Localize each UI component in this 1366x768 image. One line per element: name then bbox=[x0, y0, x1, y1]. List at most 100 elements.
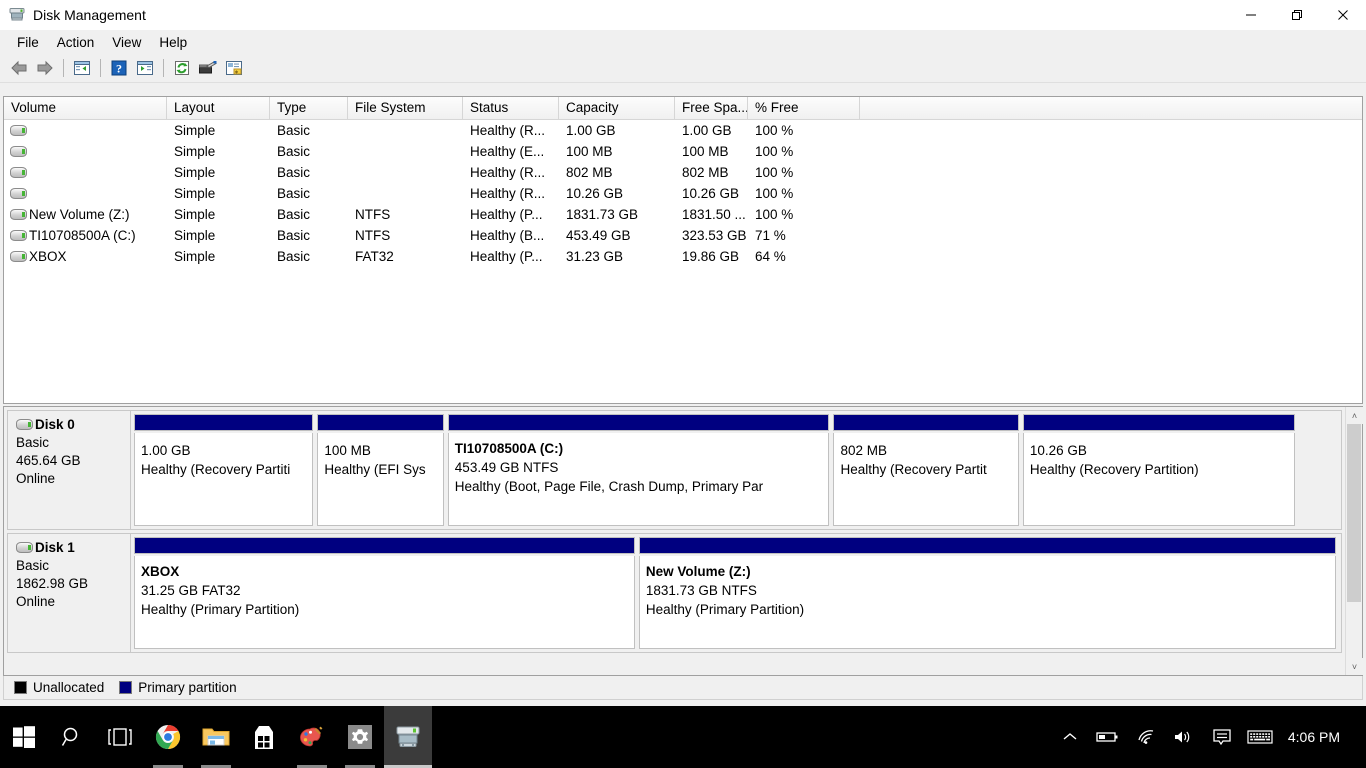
partition-block[interactable]: XBOX 31.25 GB FAT32 Healthy (Primary Parti… bbox=[134, 537, 635, 649]
partition-block[interactable]: New Volume (Z:) 1831.73 GB NTFS Healthy (P… bbox=[638, 537, 1336, 649]
volume-list[interactable]: Volume Layout Type File System Status Ca… bbox=[3, 96, 1363, 404]
partition-name: TI10708500A (C:) bbox=[454, 441, 564, 456]
cell-volume bbox=[4, 188, 167, 199]
cell-type: Basic bbox=[277, 228, 311, 243]
refresh-icon[interactable] bbox=[169, 56, 195, 80]
partition-details: XBOX 31.25 GB FAT32 Healthy (Primary Parti… bbox=[134, 556, 635, 649]
taskbar-clock[interactable]: 4:06 PM bbox=[1280, 706, 1354, 768]
cell-layout: Simple bbox=[174, 186, 216, 201]
table-row[interactable]: XBOX Simple Basic FAT32 Healthy (P... 31.23 G… bbox=[4, 246, 1362, 267]
partition-block[interactable]: 802 MB Healthy (Recovery Partit bbox=[833, 414, 1019, 526]
partition-block[interactable]: 10.26 GB Healthy (Recovery Partition) bbox=[1022, 414, 1295, 526]
menu-item-view[interactable]: View bbox=[103, 32, 150, 53]
disk-title: Disk 0 bbox=[16, 417, 130, 432]
volume-label: TI10708500A (C:) bbox=[29, 228, 136, 243]
battery-icon[interactable] bbox=[1090, 706, 1126, 768]
table-row[interactable]: Simple Basic Healthy (R... 10.26 GB 10.26 GB… bbox=[4, 183, 1362, 204]
properties-icon[interactable] bbox=[221, 56, 247, 80]
show-hidden-icons-icon[interactable] bbox=[1052, 706, 1088, 768]
help-icon[interactable]: ? bbox=[106, 56, 132, 80]
cell-status: Healthy (R... bbox=[470, 186, 546, 201]
back-icon[interactable] bbox=[6, 56, 32, 80]
show-hide-console-tree-icon[interactable] bbox=[69, 56, 95, 80]
show-hide-action-pane-icon[interactable] bbox=[132, 56, 158, 80]
partition-status: Healthy (Primary Partition) bbox=[141, 602, 300, 617]
start-button[interactable] bbox=[0, 706, 48, 768]
paint-icon[interactable] bbox=[288, 706, 336, 768]
file-explorer-icon[interactable] bbox=[192, 706, 240, 768]
cell-capacity: 1831.73 GB bbox=[566, 207, 639, 222]
disk-map-vertical-scrollbar[interactable]: ˄ ˅ bbox=[1345, 407, 1363, 675]
table-row[interactable]: Simple Basic Healthy (R... 1.00 GB 1.00 GB 10… bbox=[4, 120, 1362, 141]
minimize-button[interactable] bbox=[1228, 0, 1274, 30]
table-row[interactable]: New Volume (Z:) Simple Basic NTFS Healthy (P… bbox=[4, 204, 1362, 225]
partition-block[interactable]: 100 MB Healthy (EFI Sys bbox=[317, 414, 444, 526]
chrome-icon[interactable] bbox=[144, 706, 192, 768]
cell-free-space: 1831.50 ... bbox=[682, 207, 746, 222]
column-header-file-system[interactable]: File System bbox=[348, 97, 463, 119]
disk-row: Disk 0 Basic 465.64 GB Online 1.00 GB Healthy… bbox=[7, 410, 1342, 530]
column-header-type[interactable]: Type bbox=[270, 97, 348, 119]
microsoft-store-icon[interactable] bbox=[240, 706, 288, 768]
disk-title: Disk 1 bbox=[16, 540, 130, 555]
windows-logo-icon bbox=[0, 706, 48, 768]
touch-keyboard-icon[interactable] bbox=[1242, 706, 1278, 768]
menu-item-file[interactable]: File bbox=[8, 32, 48, 53]
task-view-icon[interactable] bbox=[96, 706, 144, 768]
close-button[interactable] bbox=[1320, 0, 1366, 30]
column-header-status[interactable]: Status bbox=[463, 97, 559, 119]
disk-info-panel[interactable]: Disk 1 Basic 1862.98 GB Online bbox=[7, 533, 131, 653]
partition-size: 100 MB bbox=[324, 443, 371, 458]
scroll-down-arrow-icon[interactable]: ˅ bbox=[1346, 658, 1363, 675]
scroll-up-arrow-icon[interactable]: ˄ bbox=[1346, 407, 1363, 424]
search-icon[interactable] bbox=[48, 706, 96, 768]
cell-file-system: NTFS bbox=[355, 207, 391, 222]
partition-block[interactable]: 1.00 GB Healthy (Recovery Partiti bbox=[134, 414, 314, 526]
menu-item-action[interactable]: Action bbox=[48, 32, 104, 53]
disk-info-panel[interactable]: Disk 0 Basic 465.64 GB Online bbox=[7, 410, 131, 530]
cell-percent-free: 100 % bbox=[755, 186, 794, 201]
toolbar-separator-2 bbox=[100, 59, 101, 77]
volume-icon bbox=[10, 209, 27, 220]
maximize-button[interactable] bbox=[1274, 0, 1320, 30]
cell-type: Basic bbox=[277, 144, 311, 159]
disk-size: 465.64 GB bbox=[16, 453, 81, 468]
cell-free-space: 1.00 GB bbox=[682, 123, 732, 138]
column-header-free-space[interactable]: Free Spa... bbox=[675, 97, 748, 119]
partition-bar bbox=[833, 414, 1019, 431]
column-header-layout[interactable]: Layout bbox=[167, 97, 270, 119]
column-header-percent-free[interactable]: % Free bbox=[748, 97, 860, 119]
column-header-capacity[interactable]: Capacity bbox=[559, 97, 675, 119]
partition-bar bbox=[447, 414, 830, 431]
legend-swatch-primary-partition bbox=[119, 681, 133, 694]
volume-icon[interactable] bbox=[1166, 706, 1202, 768]
scrollbar-thumb[interactable] bbox=[1347, 424, 1361, 602]
rescan-disks-icon[interactable] bbox=[195, 56, 221, 80]
volume-label: New Volume (Z:) bbox=[29, 207, 130, 222]
menu-item-help[interactable]: Help bbox=[150, 32, 196, 53]
menu-bar: File Action View Help bbox=[0, 30, 1366, 54]
volume-icon bbox=[10, 167, 27, 178]
forward-icon[interactable] bbox=[32, 56, 58, 80]
disk-management-taskbar-icon[interactable] bbox=[384, 706, 432, 768]
partition-details: TI10708500A (C:) 453.49 GB NTFS Healthy (B… bbox=[447, 433, 830, 526]
settings-icon[interactable] bbox=[336, 706, 384, 768]
partition-block[interactable]: TI10708500A (C:) 453.49 GB NTFS Healthy (B… bbox=[447, 414, 830, 526]
volume-icon bbox=[10, 125, 27, 136]
disk-partitions: XBOX 31.25 GB FAT32 Healthy (Primary Parti… bbox=[131, 533, 1342, 653]
system-tray: 4:06 PM bbox=[1052, 706, 1366, 768]
cell-free-space: 802 MB bbox=[682, 165, 729, 180]
table-row[interactable]: Simple Basic Healthy (R... 802 MB 802 MB 100 … bbox=[4, 162, 1362, 183]
partition-size: 31.25 GB FAT32 bbox=[141, 583, 241, 598]
cell-capacity: 10.26 GB bbox=[566, 186, 624, 201]
scrollbar-track[interactable] bbox=[1346, 424, 1362, 658]
action-center-icon[interactable] bbox=[1204, 706, 1240, 768]
show-desktop-button[interactable] bbox=[1356, 706, 1362, 768]
column-header-volume[interactable]: Volume bbox=[4, 97, 167, 119]
table-row[interactable]: TI10708500A (C:) Simple Basic NTFS Healthy (… bbox=[4, 225, 1362, 246]
volume-list-body: Simple Basic Healthy (R... 1.00 GB 1.00 GB 10… bbox=[4, 120, 1362, 267]
table-row[interactable]: Simple Basic Healthy (E... 100 MB 100 MB 100 … bbox=[4, 141, 1362, 162]
cell-free-space: 323.53 GB bbox=[682, 228, 747, 243]
legend-item-primary-partition: Primary partition bbox=[119, 680, 237, 695]
wifi-icon[interactable] bbox=[1128, 706, 1164, 768]
